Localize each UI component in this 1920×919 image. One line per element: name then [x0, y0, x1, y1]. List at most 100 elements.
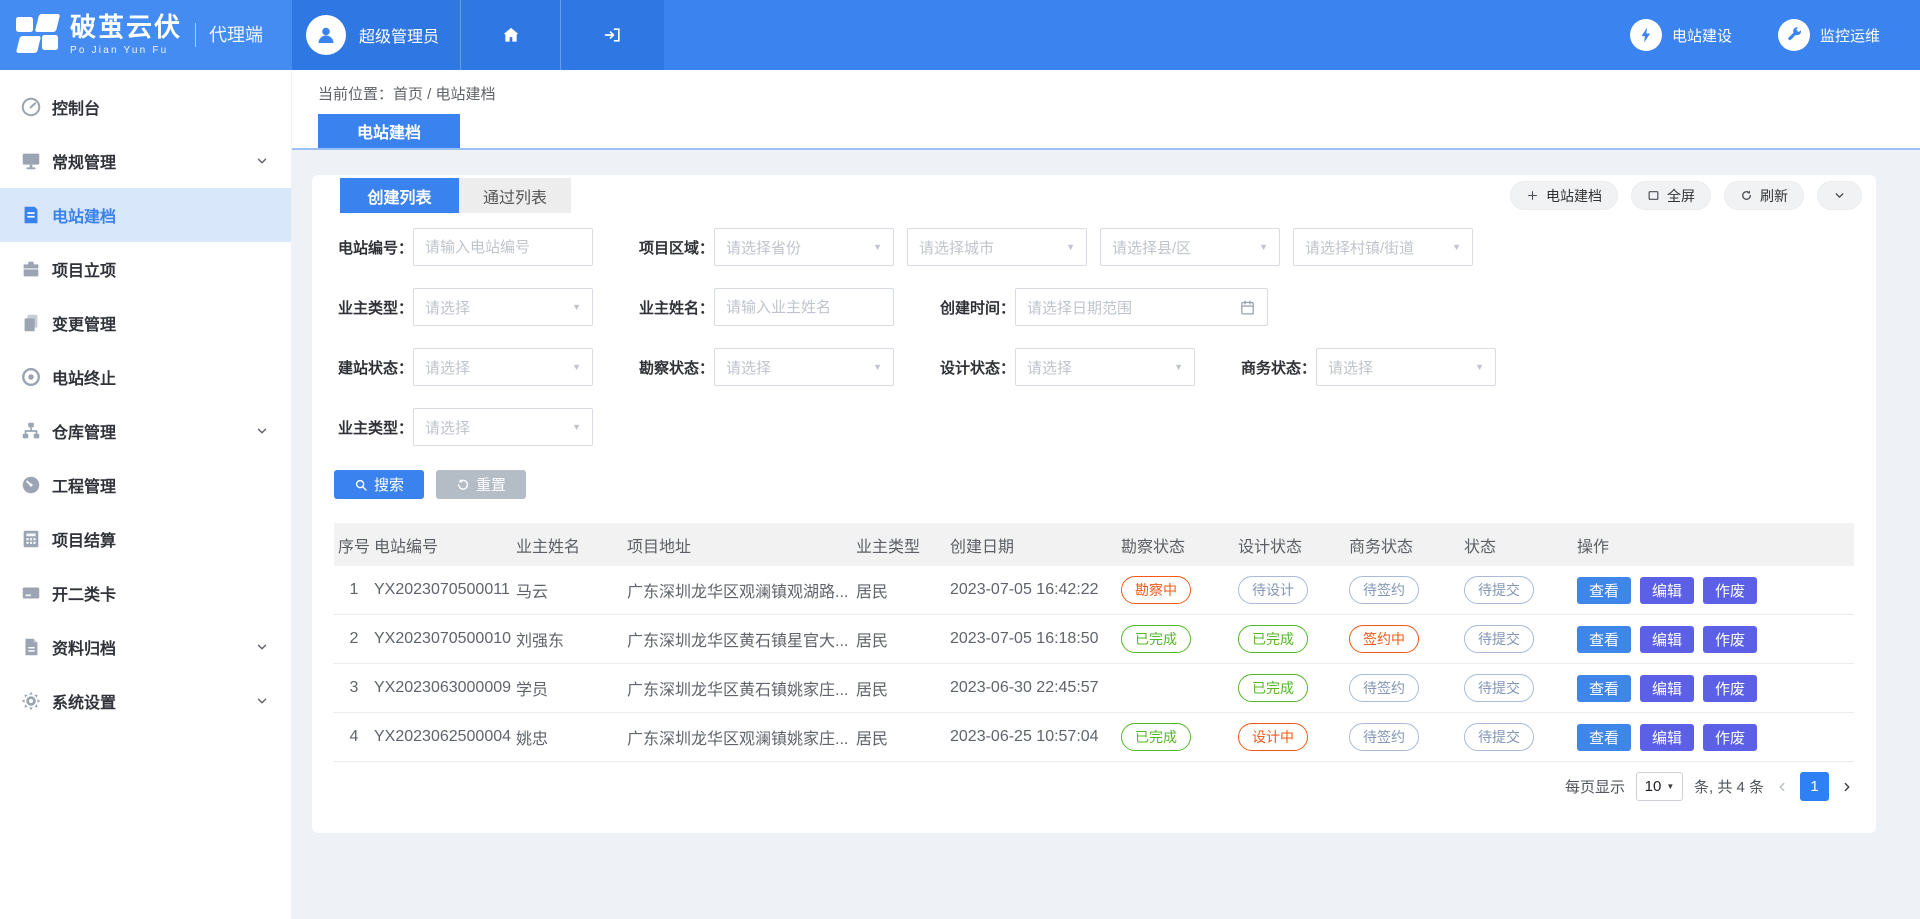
- view-button[interactable]: 查看: [1577, 626, 1631, 653]
- top-header: 破茧云伏 Po Jian Yun Fu 代理端 超级管理员 电站建设: [0, 0, 1920, 70]
- filter-select[interactable]: 请选择▼: [1316, 348, 1496, 386]
- view-button[interactable]: 查看: [1577, 724, 1631, 751]
- edit-button[interactable]: 编辑: [1640, 577, 1694, 604]
- filter-label: 业主姓名：: [639, 297, 709, 318]
- gear-icon: [20, 690, 42, 712]
- cell-owner_type: 居民: [856, 627, 950, 651]
- void-button[interactable]: 作废: [1703, 577, 1757, 604]
- select-placeholder: 请选择村镇/街道: [1305, 237, 1452, 258]
- chevron-down-icon: [255, 154, 269, 168]
- table-row: 2YX2023070500010刘强东广东深圳龙华区黄石镇星官大...居民202…: [334, 615, 1854, 664]
- void-button[interactable]: 作废: [1703, 675, 1757, 702]
- tab-create-list[interactable]: 创建列表: [340, 178, 459, 213]
- sidebar-item-6[interactable]: 仓库管理: [0, 404, 291, 458]
- cell-no: 2: [334, 630, 374, 648]
- cell-status: 待提交: [1464, 723, 1577, 751]
- header-actions: 超级管理员: [292, 0, 664, 70]
- edit-button[interactable]: 编辑: [1640, 724, 1694, 751]
- next-page-button[interactable]: [1840, 780, 1854, 794]
- filter-select[interactable]: 请选择城市▼: [907, 228, 1087, 266]
- cell-business: 待签约: [1349, 576, 1464, 604]
- filter-field: 电站编号：: [338, 228, 593, 266]
- nav-monitor-ops-label: 监控运维: [1820, 25, 1880, 46]
- cell-no: 3: [334, 679, 374, 697]
- sidebar-item-5[interactable]: 电站终止: [0, 350, 291, 404]
- create-station-button[interactable]: 电站建档: [1510, 181, 1618, 210]
- sidebar-item-3[interactable]: 项目立项: [0, 242, 291, 296]
- sidebar-item-9[interactable]: 开二类卡: [0, 566, 291, 620]
- per-page-label: 每页显示: [1565, 776, 1625, 797]
- sidebar-item-label: 工程管理: [52, 473, 116, 497]
- cell-actions: 查看编辑作废: [1577, 577, 1854, 604]
- collapse-button[interactable]: [1817, 181, 1862, 210]
- prev-page-button[interactable]: [1775, 780, 1789, 794]
- filter-label: 勘察状态：: [639, 357, 709, 378]
- sidebar-item-7[interactable]: 工程管理: [0, 458, 291, 512]
- sidebar-item-2[interactable]: 电站建档: [0, 188, 291, 242]
- caret-down-icon: ▼: [1666, 782, 1674, 791]
- edit-button[interactable]: 编辑: [1640, 626, 1694, 653]
- filter-select[interactable]: 请选择▼: [413, 408, 593, 446]
- breadcrumb-prefix: 当前位置：: [318, 86, 393, 103]
- filter-row-2: 建站状态：请选择▼勘察状态：请选择▼设计状态：请选择▼商务状态：请选择▼: [338, 348, 1496, 386]
- sidebar: 控制台常规管理电站建档项目立项变更管理电站终止仓库管理工程管理项目结算开二类卡资…: [0, 70, 292, 919]
- gauge-icon: [20, 96, 42, 118]
- sidebar-item-10[interactable]: 资料归档: [0, 620, 291, 674]
- column-header: 创建日期: [950, 533, 1121, 557]
- per-page-select[interactable]: 10 ▼: [1636, 772, 1683, 801]
- filter-select[interactable]: 请选择县/区▼: [1100, 228, 1280, 266]
- select-placeholder: 请选择日期范围: [1027, 297, 1239, 318]
- cell-status: 待提交: [1464, 625, 1577, 653]
- home-icon: [501, 25, 521, 45]
- filter-select[interactable]: 请选择▼: [1015, 348, 1195, 386]
- nav-station-build[interactable]: 电站建设: [1630, 19, 1732, 51]
- void-button[interactable]: 作废: [1703, 724, 1757, 751]
- chevron-right-icon: [1840, 780, 1854, 794]
- filter-select[interactable]: 请选择省份▼: [714, 228, 894, 266]
- filter-input[interactable]: [714, 288, 894, 326]
- stations-table: 序号电站编号业主姓名项目地址业主类型创建日期勘察状态设计状态商务状态状态操作 1…: [334, 523, 1854, 762]
- reset-button[interactable]: 重置: [436, 470, 526, 499]
- fullscreen-button[interactable]: 全屏: [1631, 181, 1711, 210]
- status-badge: 勘察中: [1121, 576, 1191, 604]
- filter-label: 商务状态：: [1241, 357, 1311, 378]
- nav-monitor-ops[interactable]: 监控运维: [1778, 19, 1880, 51]
- sidebar-item-4[interactable]: 变更管理: [0, 296, 291, 350]
- column-header: 商务状态: [1349, 533, 1464, 557]
- home-button[interactable]: [460, 0, 560, 70]
- current-page[interactable]: 1: [1800, 772, 1829, 801]
- sidebar-item-8[interactable]: 项目结算: [0, 512, 291, 566]
- wrench-icon: [1778, 19, 1810, 51]
- fullscreen-icon: [1647, 189, 1660, 202]
- sidebar-item-11[interactable]: 系统设置: [0, 674, 291, 728]
- caret-down-icon: ▼: [1174, 362, 1183, 372]
- briefcase-icon: [20, 258, 42, 280]
- view-button[interactable]: 查看: [1577, 675, 1631, 702]
- filter-select[interactable]: 请选择村镇/街道▼: [1293, 228, 1473, 266]
- sidebar-item-0[interactable]: 控制台: [0, 80, 291, 134]
- select-placeholder: 请选择省份: [726, 237, 873, 258]
- filter-date-range[interactable]: 请选择日期范围: [1015, 288, 1268, 326]
- user-menu[interactable]: 超级管理员: [292, 0, 460, 70]
- refresh-button[interactable]: 刷新: [1724, 181, 1804, 210]
- view-button[interactable]: 查看: [1577, 577, 1631, 604]
- logout-button[interactable]: [560, 0, 664, 70]
- edit-button[interactable]: 编辑: [1640, 675, 1694, 702]
- filter-select[interactable]: 请选择▼: [413, 288, 593, 326]
- cell-created: 2023-06-30 22:45:57: [950, 679, 1121, 697]
- filter-select[interactable]: 请选择▼: [714, 348, 894, 386]
- table-row: 4YX2023062500004姚忠广东深圳龙华区观澜镇姚家庄...居民2023…: [334, 713, 1854, 762]
- table-row: 1YX2023070500011马云广东深圳龙华区观澜镇观湖路...居民2023…: [334, 566, 1854, 615]
- column-header: 序号: [334, 533, 374, 557]
- select-placeholder: 请选择: [425, 417, 572, 438]
- tab-passed-list[interactable]: 通过列表: [459, 178, 571, 213]
- page-tab[interactable]: 电站建档: [318, 114, 460, 148]
- void-button[interactable]: 作废: [1703, 626, 1757, 653]
- sidebar-item-1[interactable]: 常规管理: [0, 134, 291, 188]
- caret-down-icon: ▼: [1066, 242, 1075, 252]
- status-badge: 待提交: [1464, 674, 1534, 702]
- cell-no: 1: [334, 581, 374, 599]
- filter-input[interactable]: [413, 228, 593, 266]
- filter-select[interactable]: 请选择▼: [413, 348, 593, 386]
- search-button[interactable]: 搜索: [334, 470, 424, 499]
